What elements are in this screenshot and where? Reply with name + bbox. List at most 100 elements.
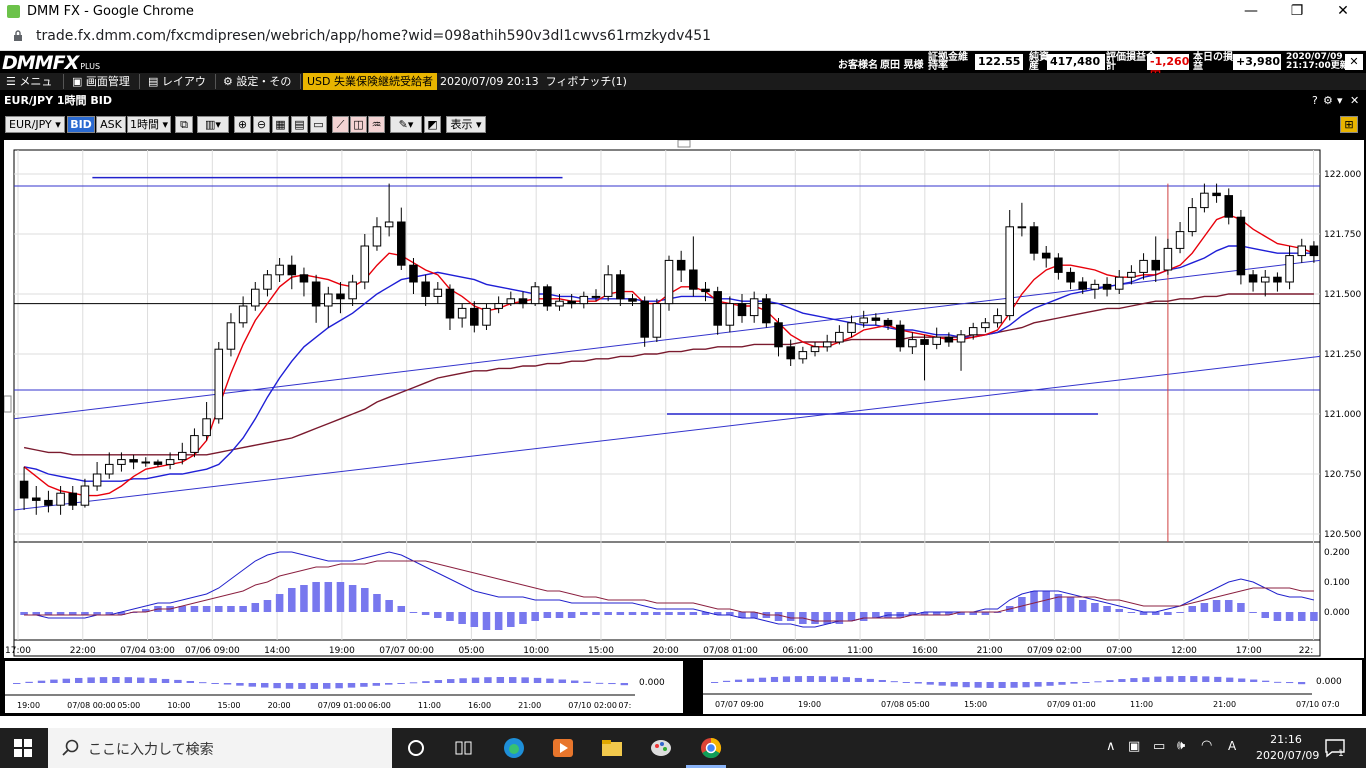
mini-macd-bar bbox=[99, 677, 108, 683]
zoom-in-icon[interactable]: ⊕ bbox=[234, 116, 251, 133]
header-close-icon[interactable]: ✕ bbox=[1345, 54, 1363, 70]
net-assets-value: 417,480 円 bbox=[1047, 54, 1105, 82]
paint-icon[interactable] bbox=[649, 736, 673, 760]
candle-body bbox=[1054, 257, 1063, 273]
media-player-icon[interactable] bbox=[551, 736, 575, 760]
macd-bar bbox=[1091, 603, 1099, 612]
zoom-out-icon[interactable]: ⊖ bbox=[253, 116, 270, 133]
ask-button[interactable]: ASK bbox=[96, 116, 126, 133]
chart-svg[interactable]: 17:00 22:00 07/04 03:00 07/06 09:00 14:00 19:… bbox=[3, 139, 1364, 658]
x-tick-label: 12:00 bbox=[1171, 646, 1197, 656]
close-button[interactable]: ✕ bbox=[1320, 0, 1366, 23]
battery-icon[interactable]: ▭ bbox=[1153, 739, 1165, 754]
macd-bar bbox=[677, 612, 685, 615]
x-tick-label: 15:00 bbox=[588, 646, 614, 656]
macd-bar bbox=[1249, 612, 1257, 613]
draw-fib-icon[interactable]: ♒ bbox=[368, 116, 385, 133]
display-menu[interactable]: 表示 ▾ bbox=[446, 116, 486, 133]
mini-macd-bar bbox=[878, 679, 886, 682]
macd-bar bbox=[1103, 606, 1111, 612]
news-ticker[interactable]: USD 失業保険継続受給者数 bbox=[303, 73, 437, 105]
gear-icon[interactable]: ⚙ bbox=[1323, 94, 1333, 107]
tray-app-icon[interactable]: ▣ bbox=[1128, 739, 1140, 754]
mini-x-tick-label: 06:00 bbox=[368, 701, 391, 710]
chevron-down-icon[interactable]: ▾ bbox=[1337, 94, 1343, 107]
menu-main[interactable]: ☰ メニュー ▾ bbox=[2, 74, 64, 103]
candle-body bbox=[482, 307, 491, 326]
macd-bar bbox=[361, 588, 369, 612]
candle-body bbox=[689, 269, 698, 290]
mini-macd-bar bbox=[1046, 682, 1054, 686]
candle-body bbox=[19, 480, 29, 499]
help-icon[interactable]: ? bbox=[1312, 94, 1318, 107]
mini-x-tick-label: 05:00 bbox=[117, 701, 140, 710]
mini-macd-bar bbox=[938, 682, 946, 686]
taskbar-clock[interactable]: 21:16 2020/07/09 bbox=[1256, 732, 1319, 764]
chart-type-icon[interactable]: ▥▾ bbox=[197, 116, 229, 133]
chrome-icon[interactable] bbox=[699, 736, 723, 760]
mini-macd-bar bbox=[734, 679, 743, 682]
expand-icon[interactable]: ⊞ bbox=[1340, 116, 1358, 133]
menu-screen[interactable]: ▣ 画面管理 ▾ bbox=[68, 74, 140, 103]
candle-body bbox=[104, 463, 114, 475]
ime-icon[interactable]: A bbox=[1228, 739, 1236, 753]
window-icon[interactable]: ▭ bbox=[310, 116, 327, 133]
net-assets-label: 純資産 bbox=[1029, 52, 1049, 72]
notification-icon[interactable]: 1 bbox=[1324, 738, 1346, 758]
macd-bar bbox=[859, 612, 868, 621]
interval-select[interactable]: 1時間 ▾ bbox=[127, 116, 171, 133]
candle-body bbox=[968, 327, 978, 336]
candle-body bbox=[360, 245, 370, 283]
candle-body bbox=[92, 473, 102, 487]
task-view-icon[interactable] bbox=[452, 736, 476, 760]
menu-settings[interactable]: ⚙ 設定・その他 ▾ bbox=[219, 74, 301, 103]
mini-chart-right[interactable]: 0.000 07/07 09:00 19:00 07/08 05:00 15:00 07/… bbox=[703, 660, 1362, 714]
candle-body bbox=[202, 418, 211, 437]
screenshot-icon[interactable]: ◩ bbox=[424, 116, 441, 133]
volume-icon[interactable]: 🕪 bbox=[1177, 738, 1185, 753]
mini-macd-bar bbox=[1106, 680, 1114, 682]
close-icon[interactable]: ✕ bbox=[1350, 94, 1359, 107]
pair-select[interactable]: EUR/JPY ▾ bbox=[5, 116, 65, 133]
edge-icon[interactable] bbox=[502, 736, 526, 760]
minimize-button[interactable]: — bbox=[1228, 0, 1274, 23]
wifi-icon[interactable]: ◠ bbox=[1201, 738, 1212, 753]
mini-macd-bar bbox=[1094, 681, 1102, 683]
candle-body bbox=[993, 315, 1002, 324]
macd-tick-label: 0.000 bbox=[1324, 608, 1350, 618]
draw-line-icon[interactable]: ⟋ bbox=[332, 116, 349, 133]
draw-shape-icon[interactable]: ◫ bbox=[350, 116, 367, 133]
x-tick-label: 20:00 bbox=[653, 646, 679, 656]
layout-icon[interactable]: ▤ bbox=[291, 116, 308, 133]
x-tick-label: 06:00 bbox=[782, 646, 808, 656]
url-text[interactable]: trade.fx.dmm.com/fxcmdipresen/webrich/ap… bbox=[36, 28, 711, 44]
menu-layout[interactable]: ▤ レイアウト ▾ bbox=[144, 74, 216, 103]
mini-x-tick-label: 19:00 bbox=[17, 701, 40, 710]
x-tick-label: 17:00 bbox=[1236, 646, 1262, 656]
dmm-fx-logo: DMMFX PLUS bbox=[2, 52, 101, 74]
x-tick-label: 16:00 bbox=[912, 646, 938, 656]
address-bar[interactable]: trade.fx.dmm.com/fxcmdipresen/webrich/ap… bbox=[0, 23, 1366, 51]
cortana-icon[interactable] bbox=[404, 736, 428, 760]
macd-bar bbox=[847, 612, 856, 621]
price-chart[interactable]: 17:00 22:00 07/04 03:00 07/06 09:00 14:00 19:… bbox=[3, 139, 1364, 658]
pen-icon[interactable]: ✎▾ bbox=[390, 116, 422, 133]
bid-button[interactable]: BID bbox=[67, 116, 95, 133]
taskbar-search[interactable]: ここに入力して検索 bbox=[48, 728, 392, 768]
macd-bar bbox=[580, 612, 588, 615]
mini-macd-bar bbox=[137, 677, 145, 683]
mini-macd-bar bbox=[1190, 676, 1198, 682]
mini-macd-bar bbox=[1238, 678, 1246, 682]
mini-x-tick-label: 10:00 bbox=[167, 701, 190, 710]
restore-button[interactable]: ❐ bbox=[1274, 0, 1320, 23]
grid-icon[interactable]: ▦ bbox=[272, 116, 289, 133]
copy-icon[interactable]: ⧉ bbox=[175, 116, 193, 133]
file-explorer-icon[interactable] bbox=[600, 736, 624, 760]
candle-body bbox=[1139, 259, 1148, 273]
mini-chart-left[interactable]: 0.000 19:00 07/08 00:00 05:00 10:00 15:00 20:0… bbox=[4, 660, 684, 714]
tray-chevron-icon[interactable]: ∧ bbox=[1106, 739, 1116, 754]
candle-body bbox=[981, 322, 990, 329]
news-ticker-detail[interactable]: 2020/07/09 20:13 フィボナッチ(1) bbox=[440, 73, 627, 90]
windows-start-icon[interactable] bbox=[14, 739, 32, 757]
candle-body bbox=[1187, 207, 1197, 233]
